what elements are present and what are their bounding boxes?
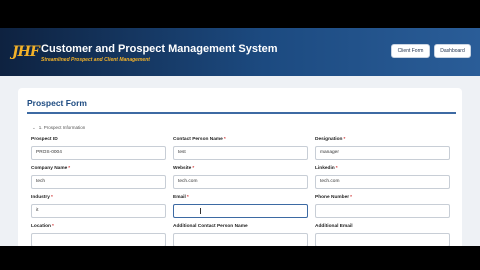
- required-marker: *: [223, 137, 226, 142]
- industry-label: Industry*: [31, 195, 53, 200]
- additional-email-field[interactable]: [315, 233, 450, 246]
- industry-field[interactable]: it: [31, 204, 166, 218]
- location-field[interactable]: [31, 233, 166, 246]
- required-marker: *: [50, 195, 53, 200]
- phone-number-label: Phone Number*: [315, 195, 352, 200]
- required-marker: *: [186, 195, 189, 200]
- client-form-button[interactable]: Client Form: [391, 44, 430, 58]
- required-marker: *: [350, 195, 352, 200]
- letterbox-top: [0, 0, 480, 28]
- text-cursor: [200, 208, 201, 214]
- linkedin-field[interactable]: tech.com: [315, 175, 450, 189]
- company-name-label: Company Name*: [31, 166, 71, 171]
- company-name-field[interactable]: tech: [31, 175, 166, 189]
- website-label: Website*: [173, 166, 195, 171]
- prospect-id-label: Prospect ID: [31, 137, 58, 142]
- additional-contact-person-name-label: Additional Contact Person Name: [173, 224, 248, 229]
- app-subtitle: Streamlined Prospect and Client Manageme…: [41, 57, 150, 63]
- app-title: Customer and Prospect Management System: [41, 43, 278, 55]
- dashboard-button[interactable]: Dashboard: [434, 44, 471, 58]
- required-marker: *: [52, 224, 54, 229]
- required-marker: *: [335, 166, 338, 171]
- section-label: 1. Prospect Information: [38, 125, 86, 130]
- additional-email-label: Additional Email: [315, 224, 353, 229]
- form-title: Prospect Form: [27, 98, 87, 108]
- prospect-form-card: Prospect Form ⌄ 1. Prospect Information P…: [18, 88, 462, 246]
- email-label: Email*: [173, 195, 189, 200]
- linkedin-label: Linkedin*: [315, 166, 338, 171]
- chevron-down-icon: ⌄: [32, 125, 36, 130]
- website-field[interactable]: tech.com: [173, 175, 308, 189]
- app-header: JHF Customer and Prospect Management Sys…: [0, 28, 480, 76]
- required-marker: *: [192, 166, 195, 171]
- app-window: JHF Customer and Prospect Management Sys…: [0, 28, 480, 246]
- email-field[interactable]: [173, 204, 308, 218]
- title-divider: [27, 112, 456, 114]
- required-marker: *: [343, 137, 346, 142]
- designation-field[interactable]: manager: [315, 146, 450, 160]
- prospect-id-field[interactable]: PROS-0004: [31, 146, 166, 160]
- required-marker: *: [68, 166, 71, 171]
- section-header-prospect-information[interactable]: ⌄ 1. Prospect Information: [32, 125, 85, 131]
- designation-label: Designation*: [315, 137, 346, 142]
- additional-contact-person-name-field[interactable]: [173, 233, 308, 246]
- contact-person-name-label: Contact Person Name*: [173, 137, 226, 142]
- letterbox-bottom: [0, 246, 480, 270]
- phone-number-field[interactable]: [315, 204, 450, 218]
- location-label: Location*: [31, 224, 54, 229]
- brand-logo: JHF: [12, 44, 40, 60]
- contact-person-name-field[interactable]: test: [173, 146, 308, 160]
